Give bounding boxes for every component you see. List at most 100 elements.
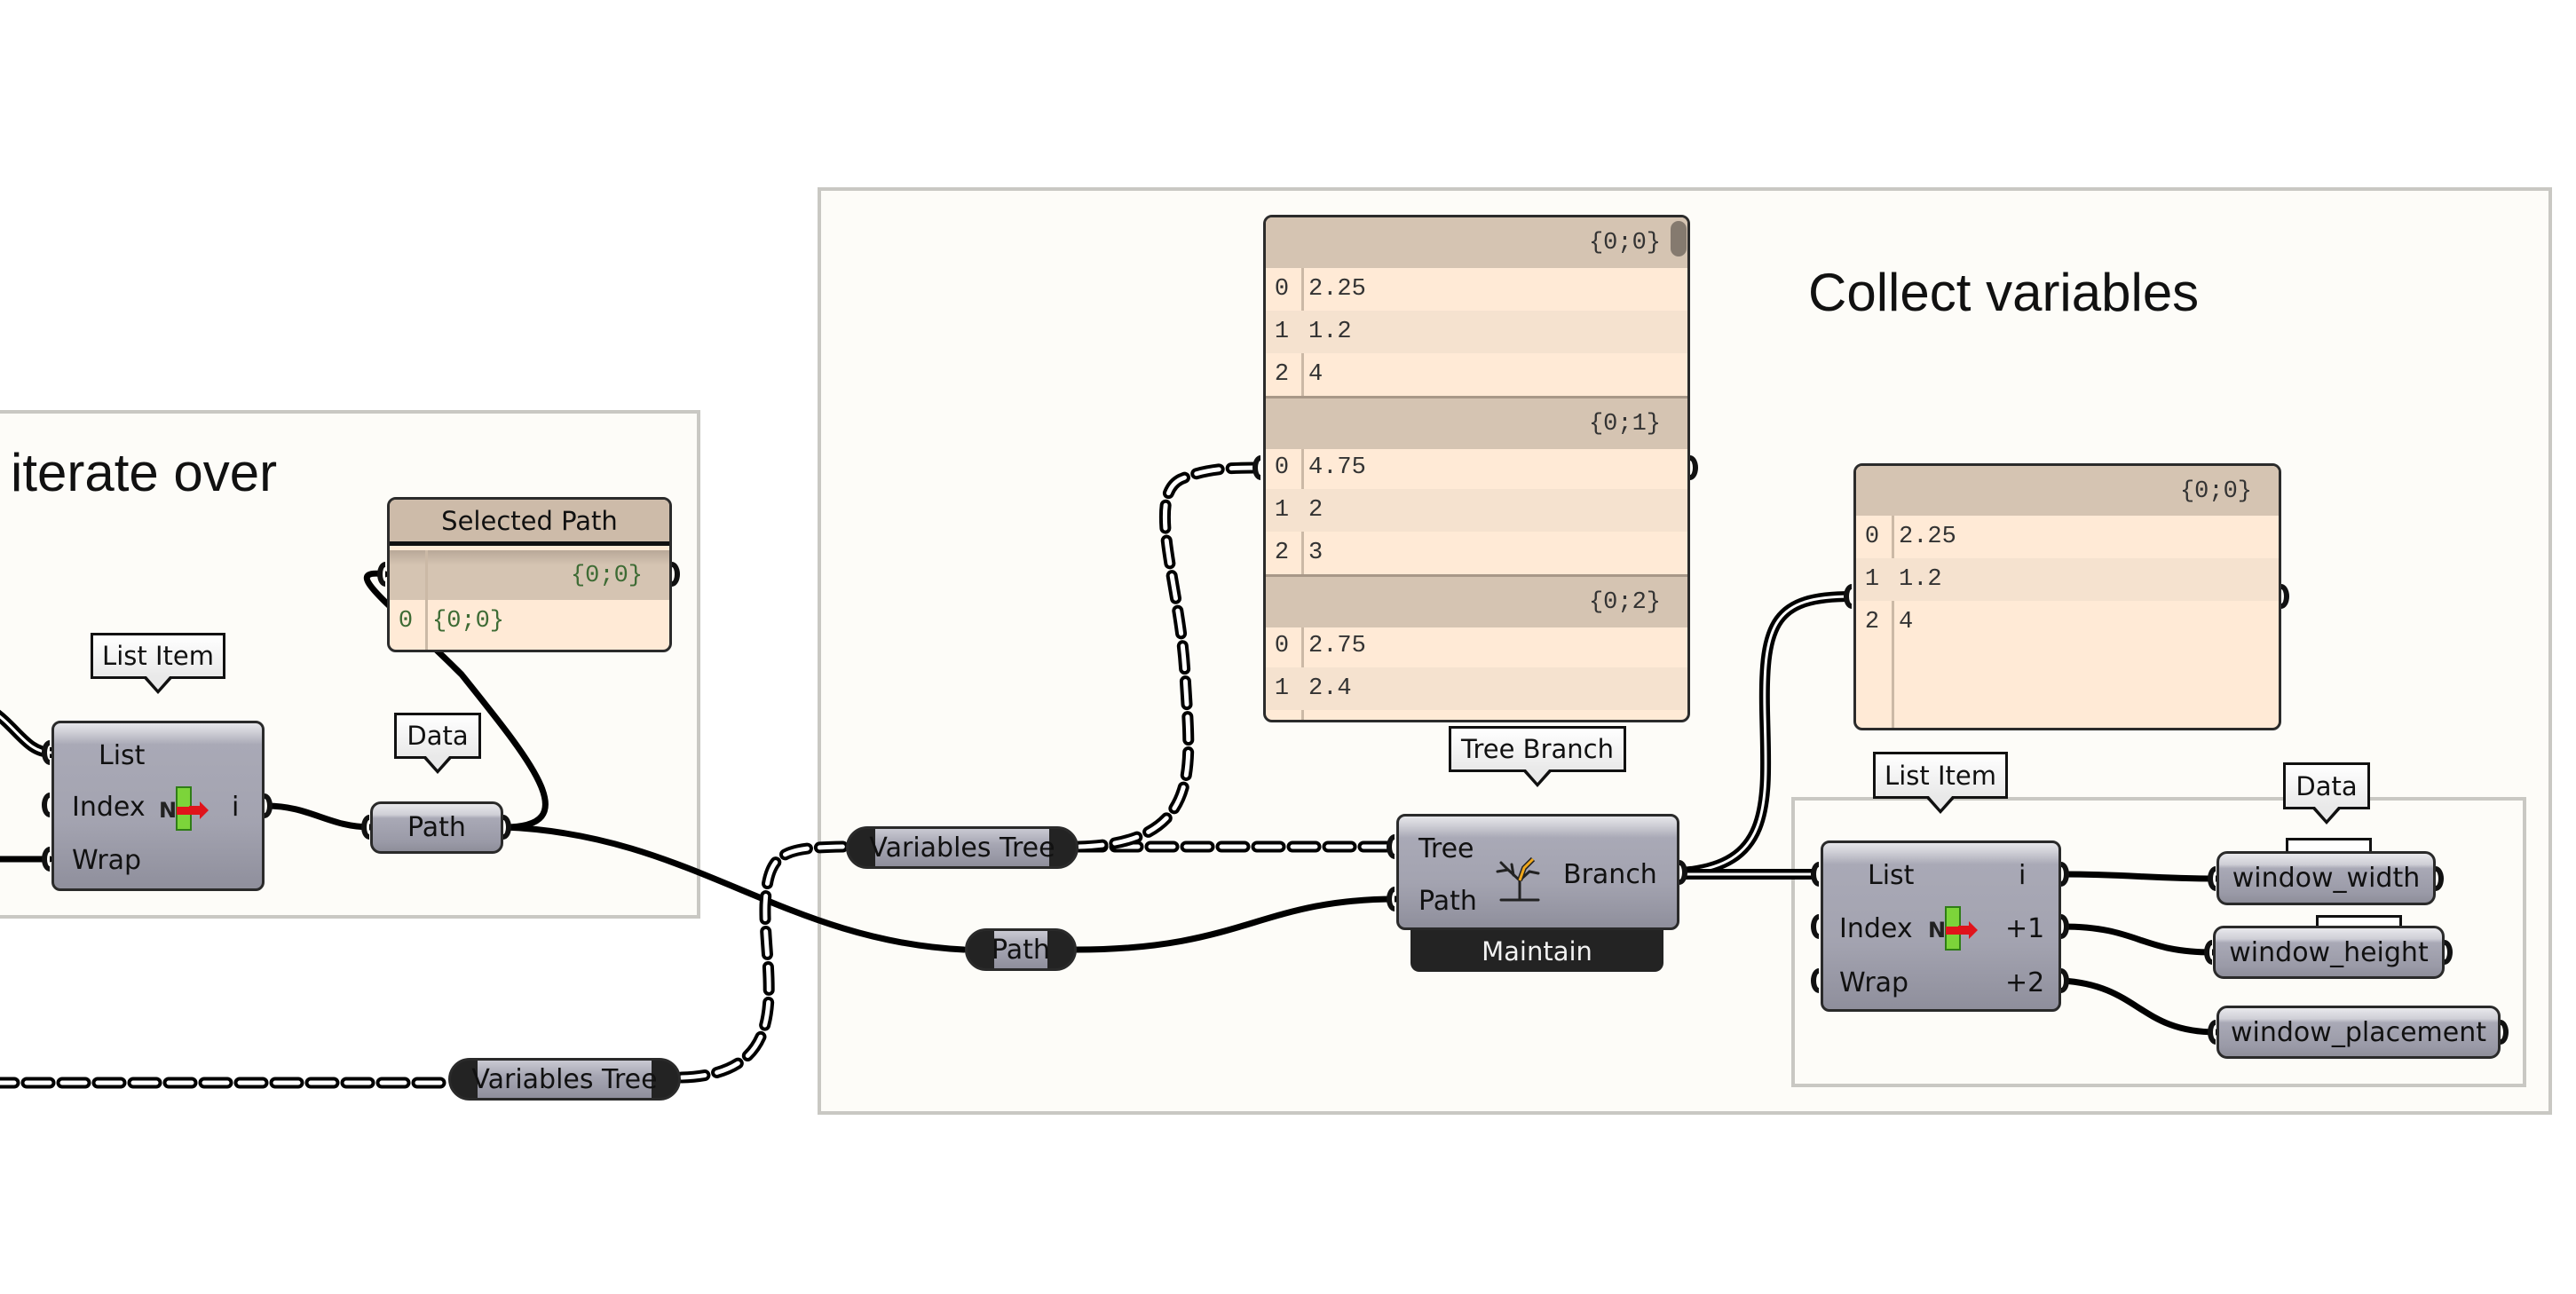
branch-path: {0;0} <box>1588 230 1661 256</box>
list-item-tag-label: List Item <box>1885 760 1996 791</box>
row-value: {0;0} <box>432 608 505 635</box>
selected-path-row: 0 {0;0} <box>390 600 669 643</box>
data-tag-right: Data <box>2283 762 2370 825</box>
row-index: 1 <box>1274 497 1290 524</box>
tree-branch-tag: Tree Branch <box>1449 726 1626 787</box>
panel-row-partial <box>1266 710 1687 720</box>
window-placement-label: window_placement <box>2231 1016 2486 1048</box>
variables-tree-relay-bottom[interactable]: Variables Tree <box>448 1058 681 1101</box>
window-width-param[interactable]: window_width <box>2216 851 2436 905</box>
data-tag-label: Data <box>2295 770 2358 801</box>
list-item-component-left[interactable]: List Index Wrap i N <box>51 721 265 891</box>
input-index-label: Index <box>1839 913 1913 944</box>
output-plus2-label: +2 <box>2005 967 2045 998</box>
panel-index-divider <box>425 550 428 650</box>
row-index: 0 <box>1274 276 1290 303</box>
row-value: 4 <box>1899 609 1914 635</box>
selected-path-panel[interactable]: Selected Path {0;0} 0 {0;0} <box>387 497 672 652</box>
row-value: 4 <box>1308 361 1324 388</box>
input-wrap-label: Wrap <box>1839 967 1909 998</box>
branch-path: {0;1} <box>1588 411 1661 438</box>
tree-branch-mode-label: Maintain <box>1482 935 1592 967</box>
branch-path: {0;0} <box>2179 478 2252 505</box>
list-item-tag-right: List Item <box>1873 752 2008 814</box>
row-index: 2 <box>1864 609 1880 635</box>
input-index-label: Index <box>72 792 146 823</box>
window-placement-param[interactable]: window_placement <box>2216 1006 2501 1059</box>
panel-row: 24 <box>1266 353 1687 396</box>
input-list-label: List <box>99 740 146 771</box>
input-path-label: Path <box>1418 886 1477 917</box>
variables-tree-relay-top-label: Variables Tree <box>869 832 1055 864</box>
list-item-icon: N <box>159 786 209 831</box>
svg-text:N: N <box>1928 918 1946 943</box>
branch-header: {0;0} <box>1856 466 2279 516</box>
variables-panel[interactable]: {0;0} 0 2.25 1 1.2 24 {0;1} 0 4.75 12 23 {0… <box>1263 215 1690 722</box>
row-index: 0 <box>398 608 414 635</box>
output-i-label: i <box>232 792 240 823</box>
path-param[interactable]: Path <box>370 801 503 854</box>
variables-tree-relay-top[interactable]: Variables Tree <box>846 826 1079 869</box>
variables-tree-relay-bottom-label: Variables Tree <box>471 1063 658 1095</box>
selected-path-branch-path: {0;0} <box>570 563 643 589</box>
path-relay[interactable]: Path <box>965 928 1077 971</box>
data-tag-left: Data <box>394 713 481 774</box>
svg-text:N: N <box>159 798 177 823</box>
group-title-collect-variables: Collect variables <box>1808 263 2200 322</box>
window-height-param[interactable]: window_height <box>2213 926 2445 979</box>
row-value: 2 <box>1308 497 1324 524</box>
tree-branch-icon <box>1496 856 1540 902</box>
branch-panel[interactable]: {0;0} 0 2.25 1 1.2 24 <box>1853 463 2281 730</box>
group-title-iterate-over: iterate over <box>11 443 278 502</box>
row-index: 1 <box>1274 675 1290 702</box>
data-tag-label: Data <box>407 721 469 751</box>
tree-branch-maintain-bar[interactable]: Maintain <box>1410 923 1663 972</box>
branch-path: {0;2} <box>1588 589 1661 616</box>
branch-header: {0;1} <box>1266 396 1687 449</box>
row-value: 3 <box>1308 540 1324 566</box>
panel-row: 12 <box>1266 489 1687 532</box>
panel-row: 0 2.25 <box>1856 516 2279 558</box>
panel-row: 1 1.2 <box>1266 311 1687 353</box>
row-value: 1.2 <box>1308 319 1352 345</box>
output-i-label: i <box>2019 860 2027 891</box>
row-value: 2.75 <box>1308 633 1366 659</box>
input-wrap-label: Wrap <box>72 845 142 876</box>
row-index: 1 <box>1864 566 1880 593</box>
panel-row: 0 4.75 <box>1266 446 1687 489</box>
row-value: 2.4 <box>1308 675 1352 702</box>
tree-branch-tag-label: Tree Branch <box>1461 734 1614 764</box>
panel-scrollbar-thumb[interactable] <box>1671 221 1687 256</box>
panel-row: 0 2.75 <box>1266 625 1687 667</box>
branch-header: {0;2} <box>1266 574 1687 627</box>
row-index: 2 <box>1274 540 1290 566</box>
row-value: 2.25 <box>1308 276 1366 303</box>
path-param-label: Path <box>407 812 466 843</box>
list-item-tag-label: List Item <box>102 641 214 671</box>
window-height-label: window_height <box>2229 936 2429 968</box>
selected-path-panel-title: Selected Path <box>441 505 618 536</box>
panel-row: 24 <box>1856 601 2279 643</box>
panel-row: 0 2.25 <box>1266 268 1687 311</box>
row-index: 0 <box>1274 633 1290 659</box>
list-item-tag-left: List Item <box>91 633 225 694</box>
input-tree-label: Tree <box>1418 833 1474 864</box>
row-value: 1.2 <box>1899 566 1942 593</box>
panel-row: 23 <box>1266 532 1687 574</box>
selected-path-panel-title-bar: Selected Path <box>390 500 669 546</box>
window-width-label: window_width <box>2232 863 2421 894</box>
panel-row: 1 1.2 <box>1856 558 2279 601</box>
row-value: 4.75 <box>1308 454 1366 481</box>
row-index: 0 <box>1274 454 1290 481</box>
row-index: 0 <box>1864 524 1880 550</box>
output-plus1-label: +1 <box>2005 913 2045 944</box>
tree-branch-component[interactable]: Tree Path Branch <box>1396 814 1679 930</box>
input-list-label: List <box>1868 860 1915 891</box>
output-branch-label: Branch <box>1563 859 1657 890</box>
panel-row: 1 2.4 <box>1266 667 1687 710</box>
list-item-component-right[interactable]: List Index Wrap i +1 +2 N <box>1821 840 2061 1012</box>
row-index: 1 <box>1274 319 1290 345</box>
row-value: 2.25 <box>1899 524 1956 550</box>
path-relay-label: Path <box>992 934 1050 966</box>
row-index: 2 <box>1274 361 1290 388</box>
